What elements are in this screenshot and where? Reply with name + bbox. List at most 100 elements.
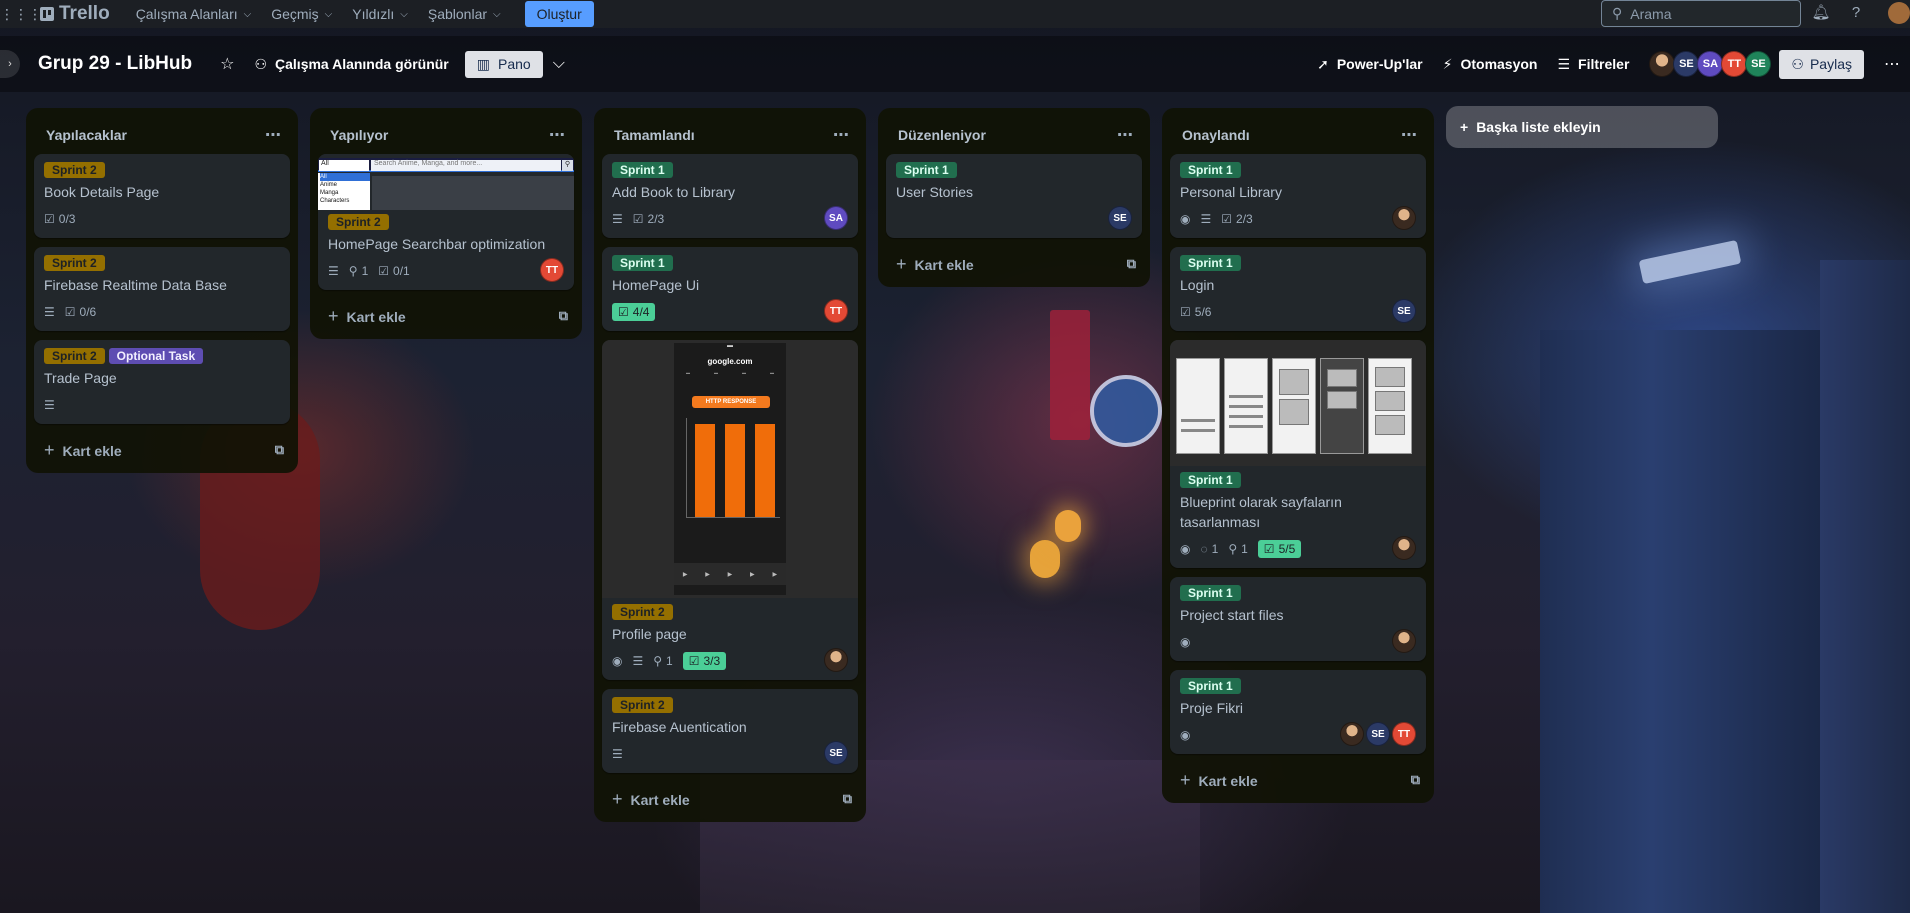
list-title[interactable]: Düzenleniyor [898,127,986,143]
label-sprint-1[interactable]: Sprint 1 [1180,255,1241,271]
card-member-avatar[interactable] [1392,206,1416,230]
label-sprint-2[interactable]: Sprint 2 [44,255,105,271]
card-homepage-ui[interactable]: Sprint 1 HomePage Ui ☑ 4/4 TT [602,247,858,331]
trello-logo[interactable]: Trello [40,3,110,25]
card-firebase-realtime[interactable]: Sprint 2 Firebase Realtime Data Base ☰ ☑… [34,247,290,331]
list-menu-icon[interactable]: ⋯ [265,125,282,145]
list-header[interactable]: Düzenleniyor ⋯ [886,116,1142,154]
menu-templates[interactable]: Şablonlar ⌵ [418,0,511,28]
card-member-avatar[interactable]: SE [824,741,848,765]
add-card-button[interactable]: + Kart ekle ⧉ [1170,763,1426,797]
board-view-icon: ▥ [476,55,490,72]
label-sprint-1[interactable]: Sprint 1 [1180,472,1241,488]
share-button[interactable]: ⚇ Paylaş [1779,49,1864,79]
label-sprint-1[interactable]: Sprint 1 [896,162,957,178]
list-header[interactable]: Onaylandı ⋯ [1170,116,1426,154]
card-member-avatar[interactable] [824,648,848,672]
help-icon[interactable]: ? [1845,2,1867,24]
list-yapiliyor: Yapılıyor ⋯ All Search Anime, Manga, and… [310,108,582,339]
account-avatar[interactable] [1888,2,1910,24]
chevron-down-icon[interactable]: ⌵ [543,55,575,73]
card-member-avatar[interactable]: TT [540,258,564,282]
menu-workspaces[interactable]: Çalışma Alanları ⌵ [126,0,262,28]
filters-button[interactable]: ☰ Filtreler [1547,50,1639,79]
board-title[interactable]: Grup 29 - LibHub [38,53,192,75]
star-icon[interactable]: ☆ [210,54,244,74]
card-personal-library[interactable]: Sprint 1 Personal Library ◉ ☰ ☑ 2/3 [1170,154,1426,238]
card-template-icon[interactable]: ⧉ [559,308,568,324]
card-profile-page[interactable]: ▬ google.com ▬ ▬ ▬ ▬ HTTP RESPONSE ▶ ▶ ▶ ▶ ▶ Sp… [602,340,858,680]
member-avatar[interactable]: TT [1721,51,1748,77]
sidebar-toggle-icon[interactable]: › [0,50,20,78]
search-input[interactable]: ⚲ Arama [1601,0,1801,27]
card-member-avatar[interactable]: SE [1108,206,1132,230]
label-sprint-2[interactable]: Sprint 2 [44,162,105,178]
lightning-icon: ⚡︎ [1442,55,1453,72]
add-card-button[interactable]: + Kart ekle ⧉ [602,782,858,816]
card-login[interactable]: Sprint 1 Login ☑ 5/6 SE [1170,247,1426,331]
card-user-stories[interactable]: Sprint 1 User Stories SE [886,154,1142,238]
more-icon[interactable]: ⋯ [1874,54,1910,74]
description-icon: ☰ [1200,212,1212,226]
card-template-icon[interactable]: ⧉ [843,791,852,807]
label-sprint-1[interactable]: Sprint 1 [612,255,673,271]
add-card-button[interactable]: + Kart ekle ⧉ [886,247,1142,281]
add-card-button[interactable]: + Kart ekle ⧉ [318,299,574,333]
card-template-icon[interactable]: ⧉ [275,442,284,458]
label-optional-task[interactable]: Optional Task [108,348,204,364]
card-member-avatar[interactable]: SE [1392,299,1416,323]
list-title[interactable]: Yapılacaklar [46,127,127,143]
list-header[interactable]: Yapılacaklar ⋯ [34,116,290,154]
menu-starred[interactable]: Yıldızlı ⌵ [342,0,418,28]
view-board-button[interactable]: ▥ Pano [464,50,543,78]
automation-button[interactable]: ⚡︎ Otomasyon [1433,50,1548,79]
create-button[interactable]: Oluştur [524,1,594,27]
list-menu-icon[interactable]: ⋯ [1117,125,1134,145]
label-sprint-1[interactable]: Sprint 1 [1180,162,1241,178]
card-member-avatar[interactable]: SE [1366,722,1390,746]
label-sprint-1[interactable]: Sprint 1 [1180,585,1241,601]
member-avatar[interactable] [1649,51,1676,77]
label-sprint-1[interactable]: Sprint 1 [612,162,673,178]
card-book-details-page[interactable]: Sprint 2 Book Details Page ☑ 0/3 [34,154,290,238]
member-avatar[interactable]: SA [1697,51,1724,77]
list-title[interactable]: Tamamlandı [614,127,695,143]
card-member-avatar[interactable] [1392,629,1416,653]
label-sprint-2[interactable]: Sprint 2 [612,604,673,620]
list-header[interactable]: Tamamlandı ⋯ [602,116,858,154]
label-sprint-2[interactable]: Sprint 2 [328,214,389,230]
card-homepage-searchbar[interactable]: All Search Anime, Manga, and more... ⚲ A… [318,154,574,290]
card-template-icon[interactable]: ⧉ [1411,772,1420,788]
card-member-avatar[interactable]: TT [1392,722,1416,746]
card-member-avatar[interactable]: TT [824,299,848,323]
list-title[interactable]: Onaylandı [1182,127,1250,143]
card-firebase-auentication[interactable]: Sprint 2 Firebase Auentication ☰ SE [602,689,858,773]
menu-recent[interactable]: Geçmiş ⌵ [261,0,342,28]
member-avatar[interactable]: SE [1745,51,1772,77]
card-add-book-to-library[interactable]: Sprint 1 Add Book to Library ☰ ☑ 2/3 SA [602,154,858,238]
card-member-avatar[interactable] [1340,722,1364,746]
member-avatar[interactable]: SE [1673,51,1700,77]
card-project-start-files[interactable]: Sprint 1 Project start files ◉ [1170,577,1426,661]
visibility-button[interactable]: ⚇ Çalışma Alanında görünür [244,50,458,79]
notifications-icon[interactable]: 🔔︎ [1810,2,1832,24]
card-trade-page[interactable]: Sprint 2 Optional Task Trade Page ☰ [34,340,290,424]
cover-dropdown: All Anime Manga Characters [318,173,370,210]
card-proje-fikri[interactable]: Sprint 1 Proje Fikri ◉ SE TT [1170,670,1426,754]
label-sprint-2[interactable]: Sprint 2 [612,697,673,713]
list-title[interactable]: Yapılıyor [330,127,388,143]
label-sprint-1[interactable]: Sprint 1 [1180,678,1241,694]
card-member-avatar[interactable] [1392,536,1416,560]
card-template-icon[interactable]: ⧉ [1127,256,1136,272]
list-menu-icon[interactable]: ⋯ [549,125,566,145]
list-menu-icon[interactable]: ⋯ [833,125,850,145]
list-header[interactable]: Yapılıyor ⋯ [318,116,574,154]
add-card-button[interactable]: + Kart ekle ⧉ [34,433,290,467]
add-list-button[interactable]: + Başka liste ekleyin [1446,106,1718,148]
card-member-avatar[interactable]: SA [824,206,848,230]
app-switcher-icon[interactable]: ⋮⋮⋮ [0,6,42,23]
list-menu-icon[interactable]: ⋯ [1401,125,1418,145]
powerups-button[interactable]: ➚ Power-Up'lar [1307,50,1433,79]
card-blueprint[interactable]: Sprint 1 Blueprint olarak sayfaların tas… [1170,340,1426,568]
label-sprint-2[interactable]: Sprint 2 [44,348,105,364]
